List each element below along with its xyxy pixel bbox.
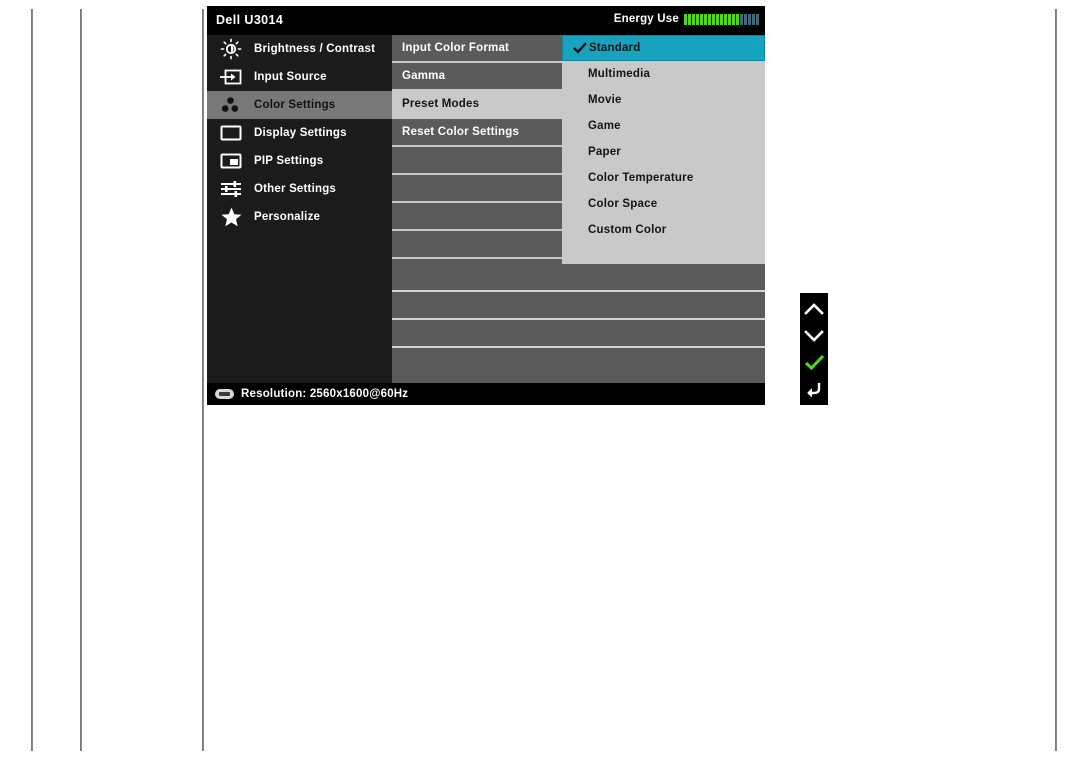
monitor-model-title: Dell U3014	[216, 13, 284, 27]
submenu-item-label: Input Color Format	[402, 42, 510, 54]
preset-item-standard[interactable]: Standard	[562, 35, 765, 61]
sidebar-item-label: Display Settings	[254, 127, 347, 139]
preset-item-custom-color[interactable]: Custom Color	[562, 217, 765, 243]
preset-item-game[interactable]: Game	[562, 113, 765, 139]
energy-bar	[696, 13, 699, 25]
filler-row	[392, 292, 765, 320]
page-rule-3	[202, 9, 204, 751]
submenu-item-input-color-format[interactable]: Input Color Format	[392, 35, 562, 63]
resolution-icon	[215, 389, 234, 399]
energy-use-bars	[684, 13, 759, 25]
resolution-text: Resolution: 2560x1600@60Hz	[241, 388, 409, 400]
energy-bar	[720, 13, 723, 25]
preset-item-multimedia[interactable]: Multimedia	[562, 61, 765, 87]
checkmark-icon	[571, 42, 589, 54]
sidebar-item-other-settings[interactable]: Other Settings	[207, 175, 392, 203]
energy-bar	[748, 13, 751, 25]
preset-item-label: Multimedia	[588, 68, 651, 80]
submenu-item-preset-modes[interactable]: Preset Modes	[392, 91, 562, 119]
osd-status-bar: Resolution: 2560x1600@60Hz	[207, 383, 765, 405]
energy-bar	[728, 13, 731, 25]
preset-item-label: Standard	[589, 42, 641, 54]
energy-use-meter: Energy Use	[614, 13, 759, 25]
filler-row	[392, 264, 765, 292]
osd-window: Dell U3014 Energy Use Brightness / Contr…	[207, 6, 765, 405]
submenu-item-label: Gamma	[402, 70, 446, 82]
energy-bar	[684, 13, 687, 25]
osd-body: Brightness / Contrast Input Source Color S…	[207, 35, 765, 383]
energy-bar	[756, 13, 759, 25]
energy-bar	[692, 13, 695, 25]
sidebar-item-input-source[interactable]: Input Source	[207, 63, 392, 91]
energy-bar	[752, 13, 755, 25]
color-settings-icon	[216, 94, 246, 116]
preset-item-label: Color Temperature	[588, 172, 694, 184]
page-rule-4	[1055, 9, 1057, 751]
preset-item-label: Movie	[588, 94, 622, 106]
energy-bar	[704, 13, 707, 25]
input-source-icon	[216, 66, 246, 88]
sidebar-item-brightness-contrast[interactable]: Brightness / Contrast	[207, 35, 392, 63]
display-settings-icon	[216, 122, 246, 144]
energy-bar	[744, 13, 747, 25]
energy-bar	[700, 13, 703, 25]
sidebar-item-label: PIP Settings	[254, 155, 324, 167]
preset-item-label: Custom Color	[588, 224, 667, 236]
filler-row	[392, 320, 765, 348]
other-settings-icon	[216, 178, 246, 200]
preset-item-label: Color Space	[588, 198, 658, 210]
submenu-item-label: Preset Modes	[402, 98, 480, 110]
energy-bar	[740, 13, 743, 25]
preset-item-label: Game	[588, 120, 621, 132]
submenu-item-empty	[392, 203, 562, 231]
osd-sidebar: Brightness / Contrast Input Source Color S…	[207, 35, 392, 383]
personalize-star-icon	[216, 206, 246, 228]
energy-bar	[708, 13, 711, 25]
nav-confirm-button[interactable]	[802, 350, 826, 374]
sidebar-item-display-settings[interactable]: Display Settings	[207, 119, 392, 147]
sidebar-item-label: Other Settings	[254, 183, 337, 195]
page-canvas: Dell U3014 Energy Use Brightness / Contr…	[0, 0, 1080, 763]
nav-up-button[interactable]	[802, 297, 826, 321]
energy-use-label: Energy Use	[613, 13, 679, 25]
energy-bar	[724, 13, 727, 25]
energy-bar	[732, 13, 735, 25]
pip-settings-icon	[216, 150, 246, 172]
energy-bar	[716, 13, 719, 25]
submenu-item-empty	[392, 175, 562, 203]
osd-nav-button-strip	[800, 293, 828, 405]
preset-item-label: Paper	[588, 146, 621, 158]
submenu-item-reset-color-settings[interactable]: Reset Color Settings	[392, 119, 562, 147]
sidebar-item-pip-settings[interactable]: PIP Settings	[207, 147, 392, 175]
submenu-item-empty	[392, 231, 562, 259]
nav-back-button[interactable]	[802, 377, 826, 401]
osd-titlebar: Dell U3014 Energy Use	[207, 6, 765, 35]
preset-item-paper[interactable]: Paper	[562, 139, 765, 165]
osd-filler-area	[392, 264, 765, 383]
preset-item-color-space[interactable]: Color Space	[562, 191, 765, 217]
page-rule-2	[80, 9, 82, 751]
sidebar-item-label: Personalize	[254, 211, 321, 223]
brightness-icon	[216, 38, 246, 60]
submenu-item-gamma[interactable]: Gamma	[392, 63, 562, 91]
nav-down-button[interactable]	[802, 324, 826, 348]
sidebar-item-label: Brightness / Contrast	[254, 43, 376, 55]
page-rule-1	[31, 9, 33, 751]
energy-bar	[736, 13, 739, 25]
submenu-item-label: Reset Color Settings	[402, 126, 520, 138]
sidebar-item-label: Input Source	[254, 71, 327, 83]
sidebar-item-personalize[interactable]: Personalize	[207, 203, 392, 231]
submenu-item-empty	[392, 147, 562, 175]
energy-bar	[712, 13, 715, 25]
energy-bar	[688, 13, 691, 25]
preset-item-color-temperature[interactable]: Color Temperature	[562, 165, 765, 191]
filler-row	[392, 348, 765, 376]
sidebar-item-color-settings[interactable]: Color Settings	[207, 91, 392, 119]
preset-modes-panel: Standard Multimedia Movie Game Paper Color Te…	[562, 35, 765, 264]
preset-item-movie[interactable]: Movie	[562, 87, 765, 113]
sidebar-item-label: Color Settings	[254, 99, 336, 111]
